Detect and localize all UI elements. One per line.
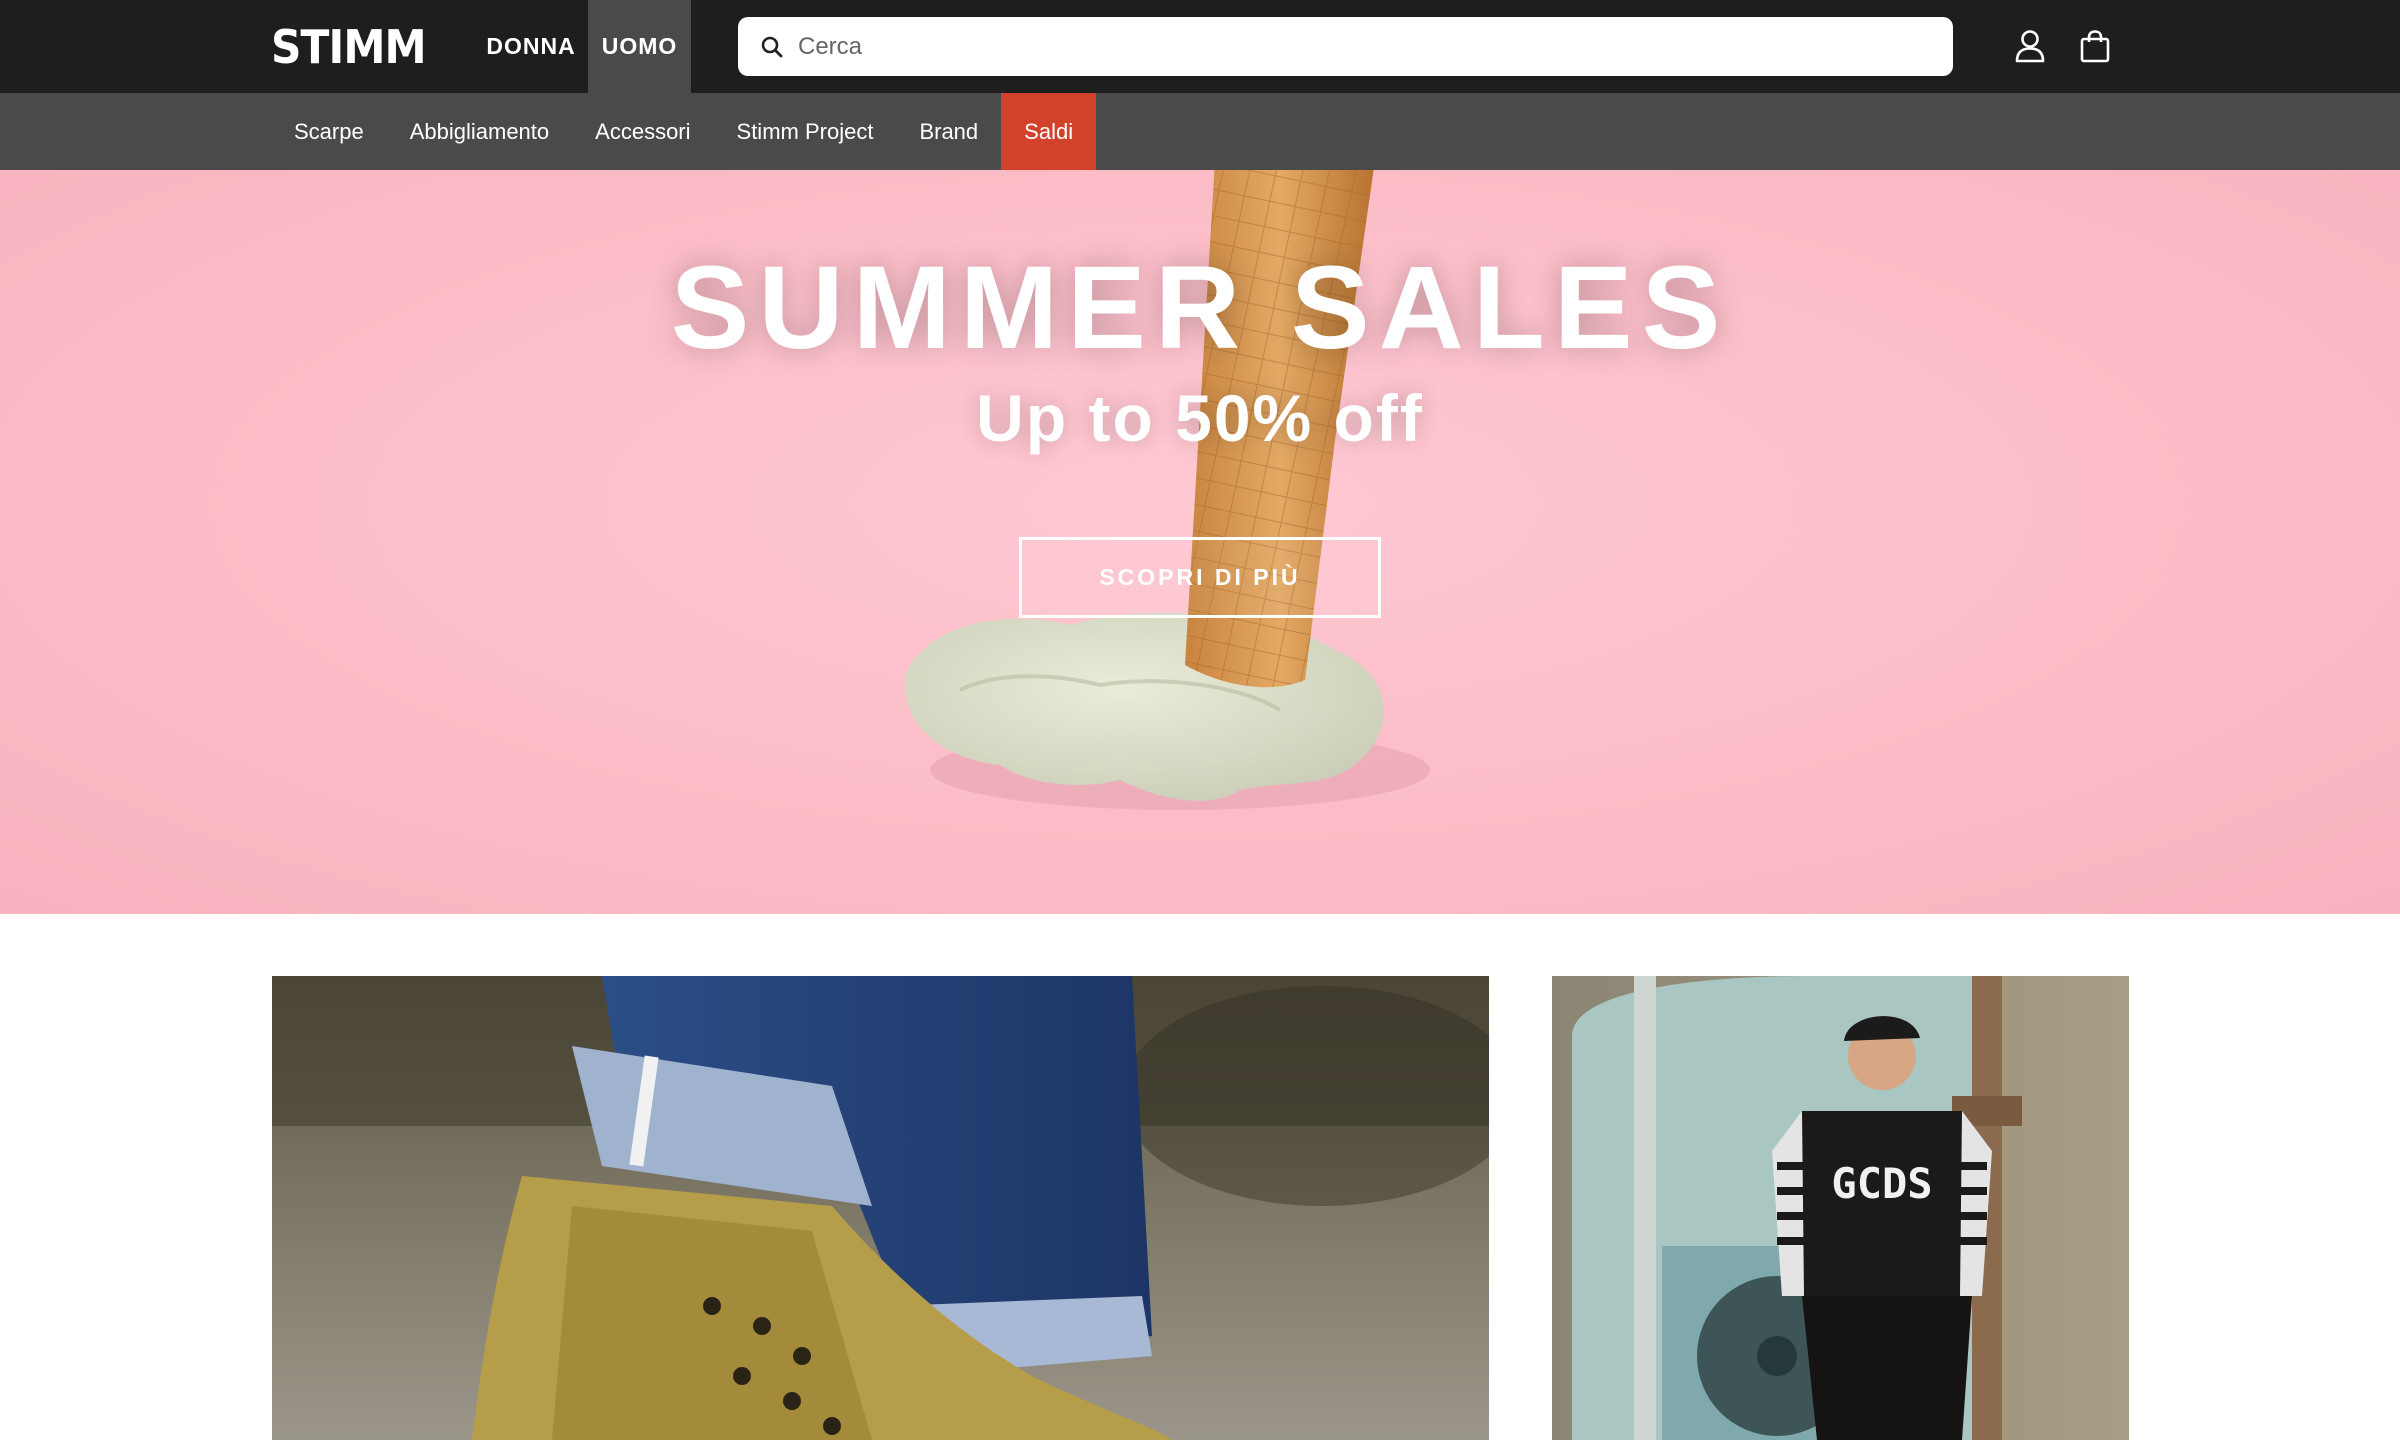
discover-more-button[interactable]: SCOPRI DI PIÙ <box>1019 537 1381 618</box>
nav-item-brand[interactable]: Brand <box>896 93 1001 170</box>
search-input[interactable] <box>784 17 1953 76</box>
top-bar: STIMM DONNA UOMO <box>0 0 2400 93</box>
category-nav: Scarpe Abbigliamento Accessori Stimm Pro… <box>0 93 2400 170</box>
promo-image-boots[interactable] <box>272 976 1489 1440</box>
tab-donna[interactable]: DONNA <box>476 0 586 93</box>
promo-image-gcds[interactable]: GCDS <box>1552 976 2129 1440</box>
user-icon[interactable] <box>2008 24 2052 68</box>
nav-item-scarpe[interactable]: Scarpe <box>271 93 387 170</box>
gcds-model-photo: GCDS <box>1552 976 2129 1440</box>
stimm-logo[interactable]: STIMM <box>271 24 427 70</box>
nav-item-saldi[interactable]: Saldi <box>1001 93 1097 170</box>
search-icon[interactable] <box>760 35 784 59</box>
hero-banner[interactable]: SUMMER SALES Up to 50% off SCOPRI DI PIÙ <box>0 170 2400 914</box>
nav-item-abbigliamento[interactable]: Abbigliamento <box>387 93 572 170</box>
tab-uomo[interactable]: UOMO <box>588 0 691 93</box>
shopping-bag-icon[interactable] <box>2073 24 2117 68</box>
gcds-shirt-text: GCDS <box>1831 1159 1932 1208</box>
boots-photo <box>272 976 1489 1440</box>
hero-subtitle: Up to 50% off <box>976 381 1424 455</box>
search-bar[interactable] <box>738 17 1953 76</box>
nav-item-accessori[interactable]: Accessori <box>572 93 713 170</box>
hero-title: SUMMER SALES <box>670 242 1730 374</box>
nav-item-stimm-project[interactable]: Stimm Project <box>714 93 897 170</box>
